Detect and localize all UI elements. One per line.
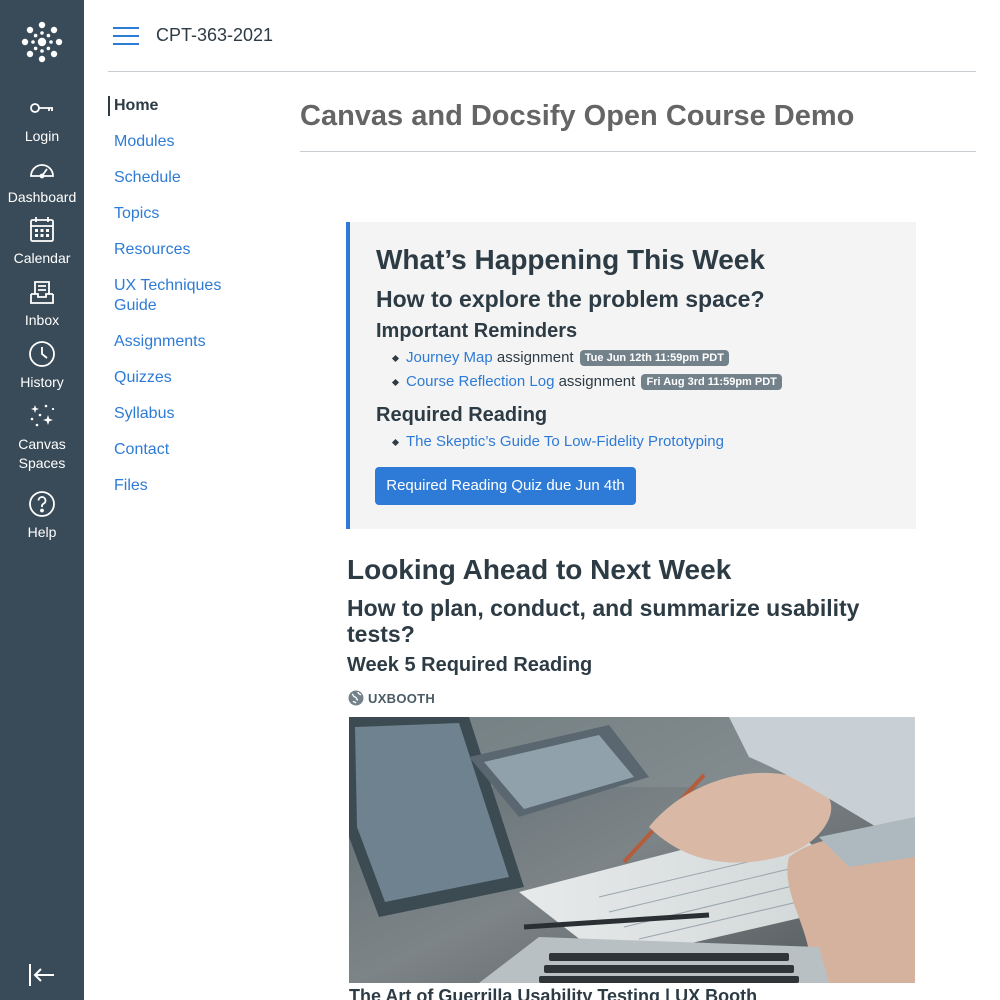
course-nav-resources[interactable]: Resources [108,240,278,260]
course-nav-assignments[interactable]: Assignments [108,332,278,352]
nav-calendar-label: Calendar [13,250,71,266]
nav-login-label: Login [24,128,60,144]
breadcrumb[interactable]: CPT-363-2021 [156,25,273,46]
course-nav-topics[interactable]: Topics [108,204,278,224]
hamburger-menu-button[interactable] [113,27,139,47]
nav-calendar[interactable]: Calendar [0,215,84,268]
article-source: UXBOOTH [348,690,435,706]
nav-inbox-label: Inbox [24,312,60,328]
laptop-meeting-photo [349,717,915,983]
reminder-item: Journey Map assignment Tue Jun 12th 11:5… [406,349,729,366]
calendar-icon [30,217,54,242]
global-nav: Login Dashboard Calendar Inbox History C… [0,0,84,1000]
course-nav-ux-techniques-guide[interactable]: UX Techniques Guide [108,276,238,316]
inbox-icon [30,281,54,304]
course-nav-syllabus[interactable]: Syllabus [108,404,278,424]
help-icon [29,491,55,517]
reminder-item: Course Reflection Log assignment Fri Aug… [406,373,782,390]
nav-login[interactable]: Login [0,93,84,146]
title-divider [300,151,976,152]
nav-history[interactable]: History [0,339,84,392]
sparkle-icon [30,404,55,427]
next-week-question: How to plan, conduct, and summarize usab… [347,595,860,647]
canvas-logo-icon[interactable] [20,20,64,64]
collapse-nav-icon[interactable] [28,962,56,988]
reminder-suffix: assignment [496,349,574,366]
header-divider [108,71,976,72]
reading-link-skeptics-guide[interactable]: The Skeptic’s Guide To Low-Fidelity Prot… [406,433,724,450]
article-source-label: UXBOOTH [368,691,436,706]
nav-dashboard[interactable]: Dashboard [0,154,84,207]
course-nav-quizzes[interactable]: Quizzes [108,368,278,388]
article-image[interactable] [349,717,915,983]
nav-history-label: History [20,374,64,390]
reminder-link-course-reflection-log[interactable]: Course Reflection Log [406,373,554,390]
course-nav-contact[interactable]: Contact [108,440,278,460]
nav-help[interactable]: Help [0,489,84,542]
dashboard-icon [30,164,54,179]
nav-dashboard-label: Dashboard [7,189,77,205]
article-title-link[interactable]: The Art of Guerrilla Usability Testing |… [349,986,757,1000]
nav-inbox[interactable]: Inbox [0,277,84,330]
nav-help-label: Help [27,524,57,540]
week5-reading-heading: Week 5 Required Reading [347,654,593,676]
reading-item: The Skeptic’s Guide To Low-Fidelity Prot… [406,433,724,450]
required-reading-quiz-button[interactable]: Required Reading Quiz due Jun 4th [375,467,636,505]
clock-icon [29,341,55,367]
nav-canvas-spaces[interactable]: Canvas Spaces [0,401,84,473]
reminder-link-journey-map[interactable]: Journey Map [406,349,493,366]
due-date-badge: Tue Jun 12th 11:59pm PDT [579,350,729,366]
reminders-heading: Important Reminders [376,320,578,342]
course-nav-schedule[interactable]: Schedule [108,168,278,188]
required-reading-heading: Required Reading [376,404,548,426]
globe-icon [348,690,364,706]
course-nav-modules[interactable]: Modules [108,132,278,152]
next-week-heading: Looking Ahead to Next Week [347,554,732,585]
this-week-question: How to explore the problem space? [376,286,765,312]
nav-canvas-spaces-label: Canvas Spaces [18,436,66,471]
this-week-heading: What’s Happening This Week [376,244,765,275]
key-icon [30,103,53,113]
reminder-suffix: assignment [558,373,636,390]
page-title: Canvas and Docsify Open Course Demo [300,100,855,132]
course-nav-home[interactable]: Home [108,96,278,116]
this-week-panel: What’s Happening This Week How to explor… [346,222,916,529]
course-nav: Home Modules Schedule Topics Resources U… [108,96,278,496]
due-date-badge: Fri Aug 3rd 11:59pm PDT [641,374,782,390]
course-nav-files[interactable]: Files [108,476,278,496]
